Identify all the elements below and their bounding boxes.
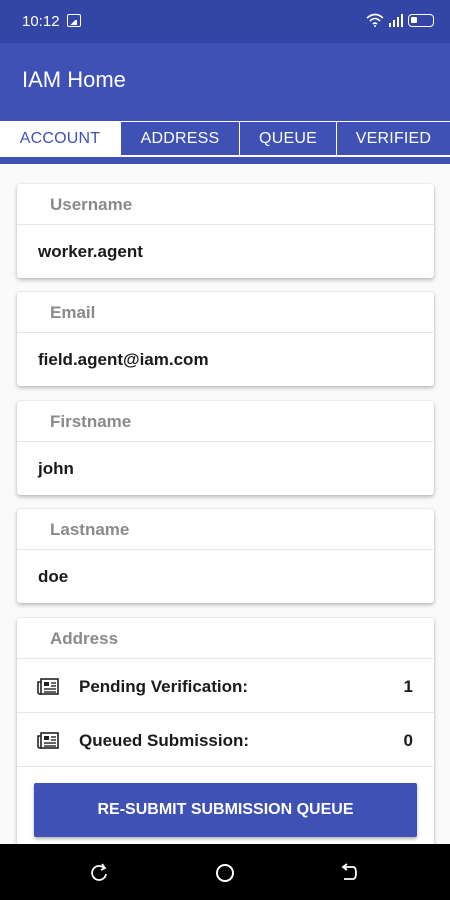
resubmit-queue-button[interactable]: RE-SUBMIT SUBMISSION QUEUE	[34, 783, 417, 837]
nav-recent-icon[interactable]	[338, 862, 360, 884]
lastname-card: Lastname doe	[17, 509, 434, 603]
nav-back-icon[interactable]	[88, 862, 110, 884]
image-notification-icon	[67, 14, 81, 27]
lastname-label: Lastname	[17, 509, 434, 550]
status-time: 10:12	[22, 13, 60, 30]
nav-home-icon[interactable]	[214, 862, 236, 884]
pending-verification-count: 1	[403, 677, 413, 696]
email-card: Email field.agent@iam.com	[17, 292, 434, 386]
tab-verified[interactable]: VERIFIED	[337, 121, 450, 156]
pending-verification-label: Pending Verification:	[79, 677, 249, 696]
tab-queue[interactable]: QUEUE	[240, 121, 337, 156]
lastname-value: doe	[38, 567, 69, 586]
firstname-label: Firstname	[17, 401, 434, 442]
wifi-icon	[366, 13, 384, 27]
newspaper-icon	[37, 678, 59, 695]
firstname-card: Firstname john	[17, 401, 434, 495]
firstname-value: john	[38, 459, 74, 478]
email-value: field.agent@iam.com	[38, 350, 209, 369]
tab-bar: ACCOUNT ADDRESS QUEUE VERIFIED	[0, 121, 450, 156]
tab-address[interactable]: ADDRESS	[121, 121, 240, 156]
newspaper-icon	[37, 732, 59, 749]
status-icons	[366, 13, 434, 27]
pending-verification-row: Pending Verification: 1	[17, 659, 434, 713]
app-title: IAM Home	[22, 67, 126, 92]
battery-icon	[408, 13, 434, 27]
queued-submission-row: Queued Submission: 0	[17, 713, 434, 767]
address-label: Address	[17, 618, 434, 659]
queued-submission-label: Queued Submission:	[79, 731, 250, 750]
address-card: Address Pending Verification: 1 Queued S…	[17, 618, 434, 844]
account-content[interactable]: Username worker.agent Email field.agent@…	[0, 164, 450, 844]
queued-submission-count: 0	[403, 731, 413, 750]
username-value: worker.agent	[38, 242, 143, 261]
tab-account[interactable]: ACCOUNT	[0, 121, 121, 156]
signal-icon	[389, 13, 403, 27]
app-bar: IAM Home	[0, 43, 450, 121]
tab-indicator-bar	[0, 157, 450, 164]
system-nav-bar	[0, 844, 450, 900]
username-label: Username	[17, 184, 434, 225]
email-label: Email	[17, 292, 434, 333]
username-card: Username worker.agent	[17, 184, 434, 278]
status-bar: 10:12	[0, 0, 450, 43]
